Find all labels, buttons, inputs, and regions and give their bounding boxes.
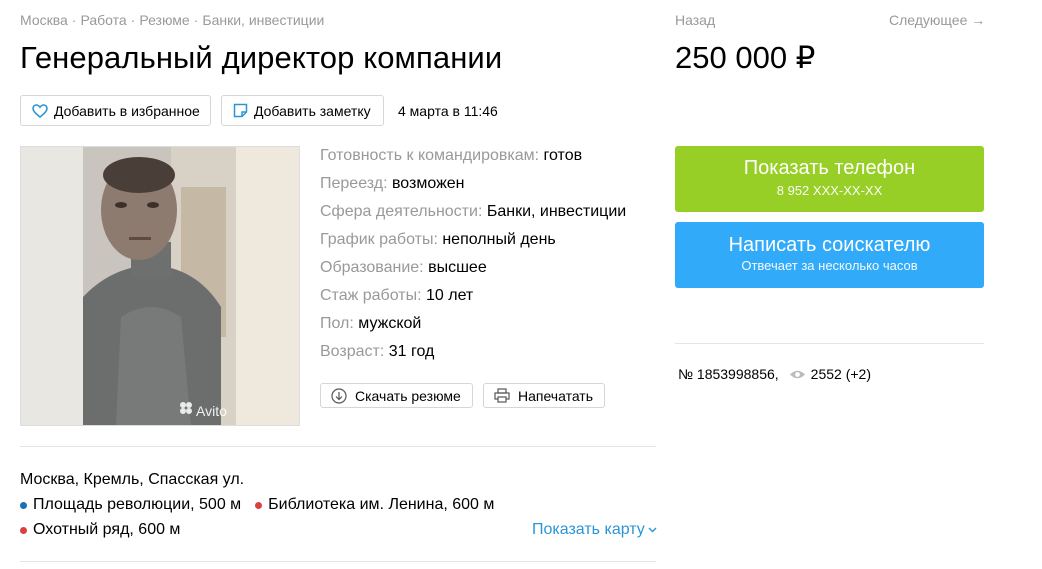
show-phone-label: Показать телефон bbox=[743, 157, 916, 179]
metro-station: Библиотека им. Ленина, 600 м bbox=[255, 496, 494, 514]
listing-meta: № 1853998856, 2552 (+2) bbox=[678, 366, 871, 382]
add-note-label: Добавить заметку bbox=[254, 102, 371, 119]
show-map-link[interactable]: Показать карту bbox=[532, 521, 657, 539]
listing-number: № 1853998856, bbox=[678, 366, 779, 382]
metro-list: Охотный ряд, 600 м bbox=[20, 521, 194, 539]
resume-photo[interactable]: Avito bbox=[20, 146, 300, 426]
add-to-favorites-label: Добавить в избранное bbox=[54, 102, 200, 119]
printer-icon bbox=[494, 388, 510, 403]
next-link[interactable]: Следующее → bbox=[889, 12, 985, 28]
metro-line-dot bbox=[20, 501, 27, 509]
breadcrumb: Москва · Работа · Резюме · Банки, инвестиции bbox=[20, 12, 325, 28]
param-education: Образование: высшее bbox=[320, 259, 487, 276]
chevron-down-icon bbox=[648, 527, 657, 533]
breadcrumb-work[interactable]: Работа bbox=[80, 12, 126, 28]
heart-icon bbox=[32, 103, 48, 118]
breadcrumb-resume[interactable]: Резюме bbox=[139, 12, 189, 28]
publish-date: 4 марта в 11:46 bbox=[398, 102, 498, 119]
views-count: 2552 (+2) bbox=[810, 366, 871, 382]
resume-params: Готовность к командировкам: готов Переез… bbox=[320, 146, 626, 370]
param-relocation: Переезд: возможен bbox=[320, 175, 465, 192]
print-label: Напечатать bbox=[518, 387, 594, 404]
response-time: Отвечает за несколько часов bbox=[741, 258, 918, 273]
print-button[interactable]: Напечатать bbox=[483, 383, 605, 408]
breadcrumb-banks[interactable]: Банки, инвестиции bbox=[202, 12, 324, 28]
resume-actions: Скачать резюме Напечатать bbox=[320, 383, 605, 408]
download-resume-label: Скачать резюме bbox=[355, 387, 461, 404]
write-to-applicant-button[interactable]: Написать соискателю Отвечает за нескольк… bbox=[675, 222, 984, 288]
page-title: Генеральный директор компании bbox=[20, 40, 503, 75]
photo-image: Avito bbox=[21, 147, 299, 425]
price: 250 000 ₽ bbox=[675, 40, 816, 75]
divider bbox=[675, 343, 984, 344]
param-schedule: График работы: неполный день bbox=[320, 231, 556, 248]
eye-icon bbox=[789, 370, 805, 378]
add-to-favorites-button[interactable]: Добавить в избранное bbox=[20, 95, 211, 126]
divider bbox=[20, 561, 656, 562]
views: 2552 (+2) bbox=[789, 366, 871, 382]
add-note-button[interactable]: Добавить заметку bbox=[221, 95, 384, 126]
download-resume-button[interactable]: Скачать резюме bbox=[320, 383, 473, 408]
param-travel: Готовность к командировкам: готов bbox=[320, 147, 583, 164]
address: Москва, Кремль, Спасская ул. bbox=[20, 471, 245, 488]
param-age: Возраст: 31 год bbox=[320, 343, 435, 360]
note-icon bbox=[233, 103, 248, 118]
metro-list: Площадь революции, 500 м Библиотека им. … bbox=[20, 496, 508, 514]
param-experience: Стаж работы: 10 лет bbox=[320, 287, 474, 304]
download-icon bbox=[331, 387, 347, 404]
divider bbox=[20, 446, 656, 447]
param-sphere: Сфера деятельности: Банки, инвестиции bbox=[320, 203, 627, 220]
item-actions: Добавить в избранное Добавить заметку 4 … bbox=[20, 95, 498, 126]
breadcrumb-moscow[interactable]: Москва bbox=[20, 12, 68, 28]
metro-line-dot bbox=[255, 501, 263, 509]
avito-watermark: Avito bbox=[196, 403, 227, 419]
metro-station: Площадь революции, 500 м bbox=[20, 496, 241, 514]
param-gender: Пол: мужской bbox=[320, 315, 422, 332]
show-phone-button[interactable]: Показать телефон 8 952 XXX-XX-XX bbox=[675, 146, 984, 212]
write-to-applicant-label: Написать соискателю bbox=[728, 234, 931, 256]
metro-station: Охотный ряд, 600 м bbox=[20, 521, 180, 539]
back-link[interactable]: Назад bbox=[675, 12, 715, 28]
metro-line-dot bbox=[20, 526, 27, 534]
phone-masked: 8 952 XXX-XX-XX bbox=[776, 183, 883, 198]
